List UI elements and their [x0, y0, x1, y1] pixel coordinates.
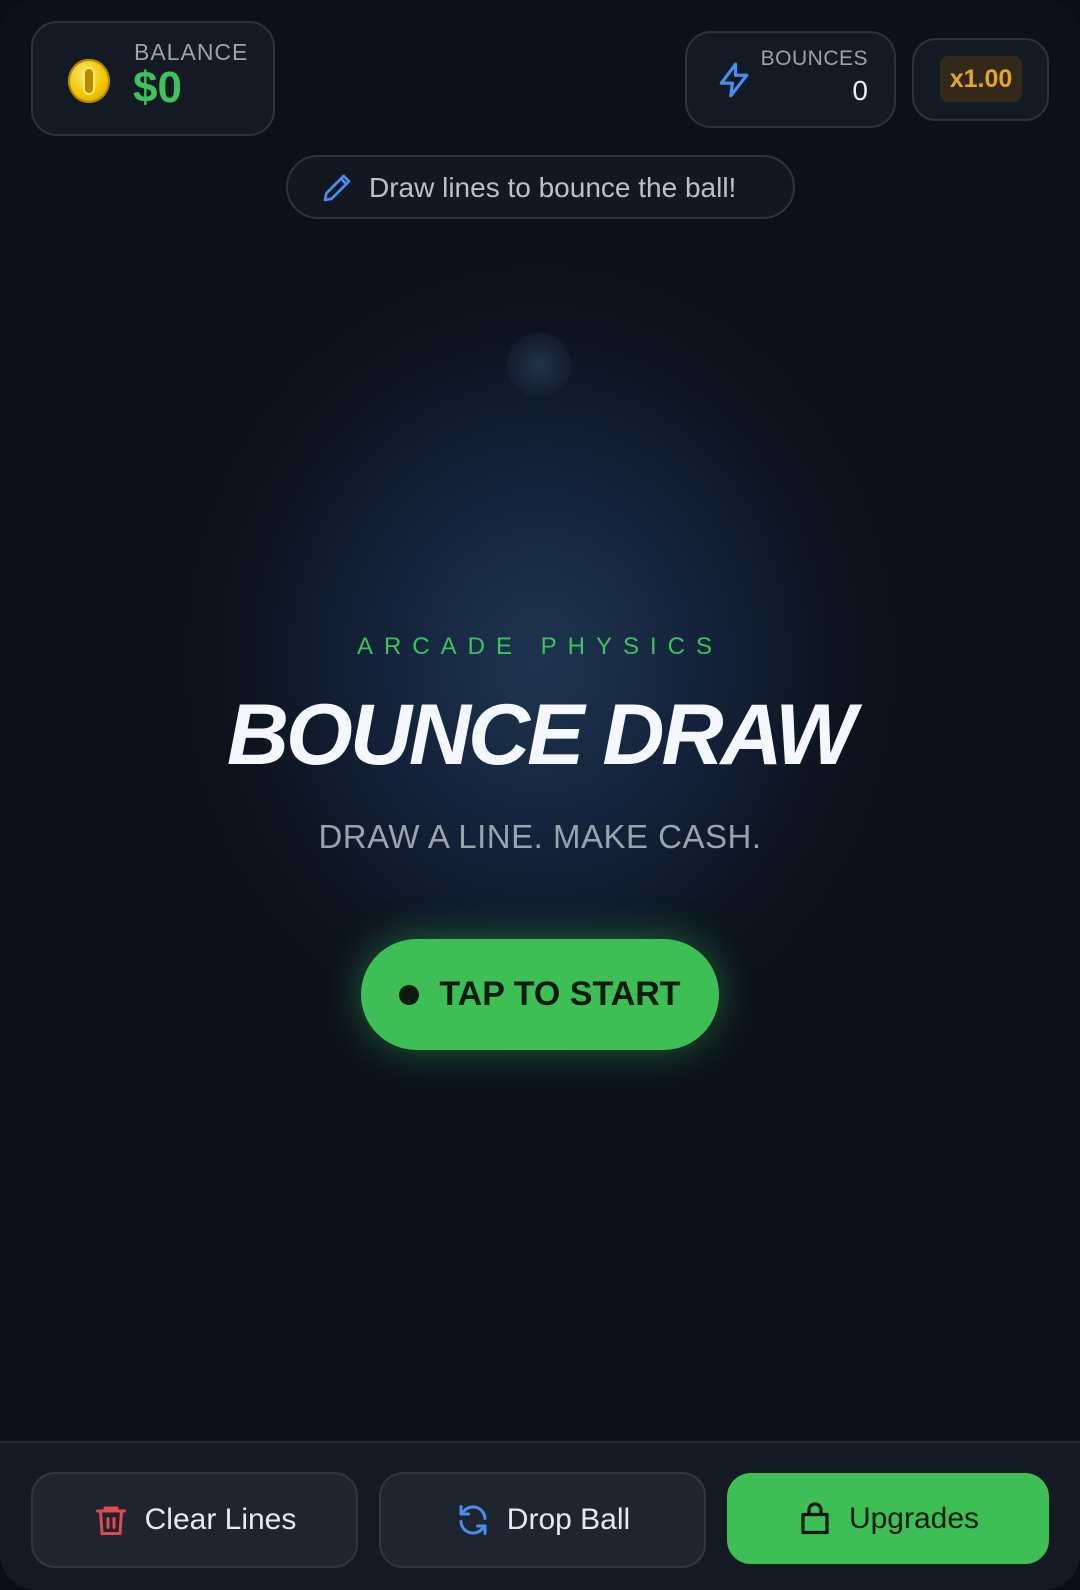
bounces-card: BOUNCES 0 [685, 31, 896, 128]
upgrades-button[interactable]: Upgrades [727, 1473, 1049, 1564]
game-title: BOUNCE DRAW [226, 687, 856, 783]
multiplier-card: x1.00 [912, 38, 1049, 121]
game-tagline: DRAW A LINE. MAKE CASH. [318, 818, 762, 855]
bottom-toolbar: Clear Lines Drop Ball Upgrades [0, 1441, 1080, 1590]
tap-to-start-button[interactable]: TAP TO START [361, 939, 719, 1050]
upgrades-label: Upgrades [848, 1501, 980, 1535]
dot-icon [399, 984, 420, 1005]
splash-kicker: ARCADE PHYSICS [356, 633, 724, 660]
game-screen[interactable]: BALANCE $0 BOUNCES 0 x1.00 Draw lines to… [0, 0, 1080, 1590]
drop-ball-button[interactable]: Drop Ball [379, 1472, 706, 1568]
bounces-label: BOUNCES [760, 47, 868, 70]
multiplier-badge: x1.00 [940, 56, 1022, 102]
shopping-bag-icon [801, 1501, 829, 1534]
hint-bar: Draw lines to bounce the ball! [286, 155, 795, 219]
lightning-bolt-icon [719, 62, 749, 98]
refresh-icon [459, 1505, 487, 1535]
clear-lines-button[interactable]: Clear Lines [31, 1472, 358, 1568]
balance-label: BALANCE [134, 39, 249, 65]
hint-text: Draw lines to bounce the ball! [369, 172, 737, 203]
pencil-icon [323, 174, 351, 202]
balance-card: BALANCE $0 [31, 21, 275, 136]
balance-value: $0 [133, 63, 182, 112]
coin-icon [68, 59, 110, 103]
clear-lines-label: Clear Lines [144, 1503, 297, 1536]
drop-ball-label: Drop Ball [506, 1503, 631, 1536]
start-label: TAP TO START [439, 975, 681, 1013]
bounces-value: 0 [852, 75, 868, 106]
ball [507, 333, 571, 397]
trash-icon [95, 1506, 126, 1535]
